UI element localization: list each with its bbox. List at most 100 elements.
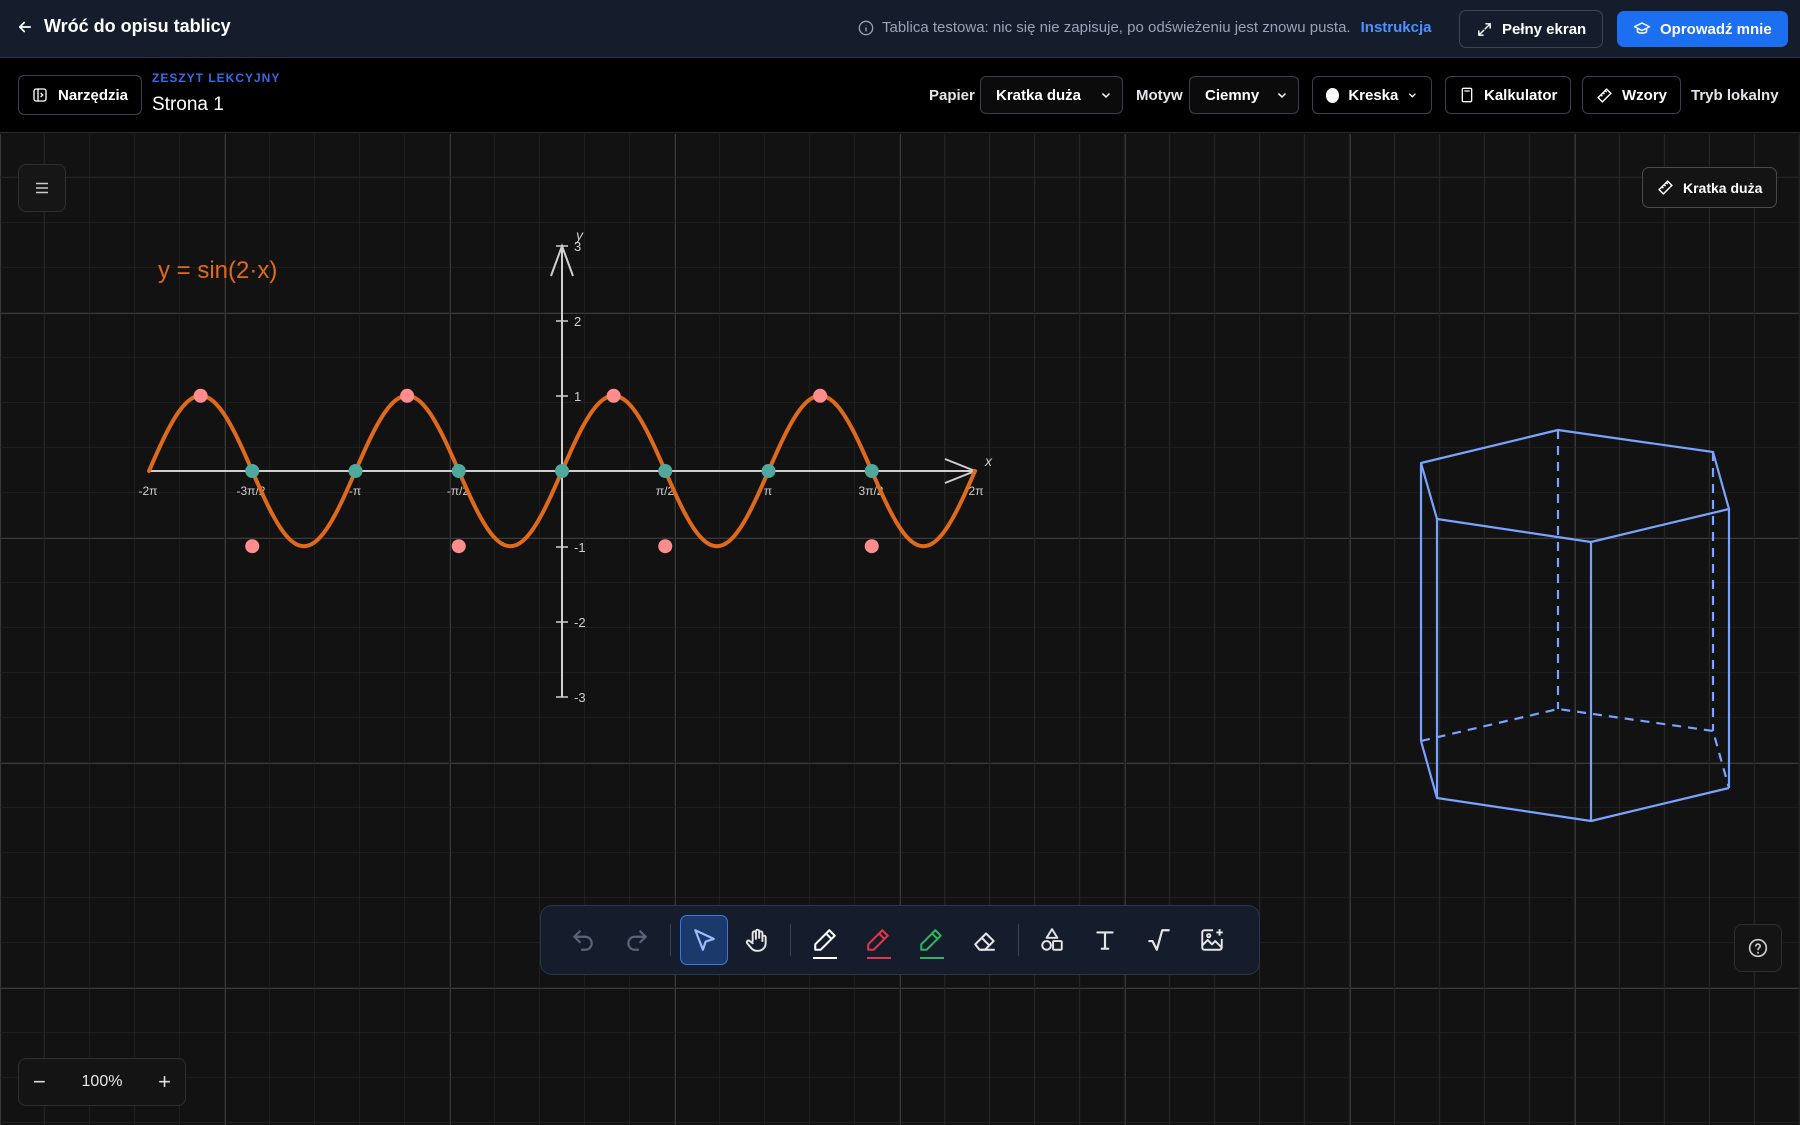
eraser-button[interactable] <box>960 915 1008 965</box>
help-button[interactable] <box>1734 924 1782 972</box>
formula-text: y = sin(2·x) <box>158 257 277 284</box>
zoom-in-button[interactable]: + <box>158 1071 171 1093</box>
theme-label: Motyw <box>1136 87 1183 104</box>
top-bar: Wróć do opisu tablicy Tablica testowa: n… <box>0 0 1800 58</box>
y-tick-label: -3 <box>574 690 586 705</box>
toolbar-divider <box>1017 924 1019 956</box>
pen-green-button[interactable] <box>907 915 955 965</box>
hand-icon <box>746 928 767 952</box>
page-title: Strona 1 <box>152 94 224 115</box>
formulas-button[interactable]: Wzory <box>1582 76 1681 114</box>
prism-bottom-visible <box>1419 740 1730 823</box>
chevron-down-icon <box>1101 92 1111 99</box>
extremum-point <box>245 539 260 554</box>
pencil-icon <box>813 929 836 951</box>
image-add-icon <box>1201 929 1223 951</box>
stroke-select[interactable]: Kreska <box>1312 76 1432 114</box>
zoom-control: − 100% + <box>18 1058 186 1106</box>
chevron-down-icon <box>1409 93 1417 98</box>
undo-icon <box>573 930 593 951</box>
text-tool-button[interactable] <box>1081 915 1129 965</box>
y-tick-label: 1 <box>574 389 581 404</box>
theme-select-value: Ciemny <box>1205 86 1260 104</box>
zoom-out-button[interactable]: − <box>33 1071 46 1093</box>
tools-button[interactable]: Narzędzia <box>18 75 143 115</box>
pen-color-indicator <box>866 957 891 959</box>
calculator-button[interactable]: Kalkulator <box>1445 76 1572 114</box>
select-tool-button[interactable] <box>679 915 729 965</box>
hand-tool-button[interactable] <box>733 915 781 965</box>
stroke-color-dot <box>1326 87 1340 103</box>
pen-red-button[interactable] <box>854 915 902 965</box>
redo-button[interactable] <box>612 915 660 965</box>
pen-white-button[interactable] <box>800 915 848 965</box>
pen-color-indicator <box>813 957 838 959</box>
info-notice: Tablica testowa: nic się nie zapisuje, p… <box>858 19 1431 36</box>
guide-label: Oprowadź mnie <box>1660 20 1772 38</box>
extremum-point <box>193 388 208 403</box>
paper-label: Papier <box>929 87 975 104</box>
y-tick-label: 2 <box>574 314 581 329</box>
graduation-cap-icon <box>1633 22 1651 34</box>
insert-image-button[interactable] <box>1188 915 1236 965</box>
square-root-icon <box>1147 929 1170 951</box>
zero-point <box>555 464 569 478</box>
back-label: Wróć do opisu tablicy <box>44 16 231 36</box>
zero-point <box>761 464 776 478</box>
local-mode-label: Tryb lokalny <box>1691 87 1779 104</box>
back-link[interactable]: Wróć do opisu tablicy <box>16 16 231 37</box>
shapes-button[interactable] <box>1028 915 1076 965</box>
pencil-icon <box>867 929 889 951</box>
extremum-point <box>451 539 466 554</box>
extremum-point <box>813 388 828 403</box>
formulas-label: Wzory <box>1622 86 1667 104</box>
extremum-point <box>864 539 879 554</box>
math-tool-button[interactable] <box>1134 915 1182 965</box>
toolbar-divider <box>669 924 671 956</box>
fullscreen-button[interactable]: Pełny ekran <box>1459 10 1604 48</box>
toolbar-divider <box>790 924 792 956</box>
eraser-icon <box>973 932 995 951</box>
x-tick-label: 2π <box>969 484 984 498</box>
redo-icon <box>626 930 647 951</box>
y-tick-label: 3 <box>574 239 581 254</box>
calculator-icon <box>1461 87 1473 103</box>
calculator-label: Kalkulator <box>1484 86 1558 104</box>
prism-top-face <box>1419 428 1731 544</box>
whiteboard-canvas[interactable]: Kratka duża y = sin(2·x) x y -2π -3π/2 -… <box>0 134 1800 1125</box>
prism-bottom-hidden <box>1420 707 1731 789</box>
instructions-link[interactable]: Instrukcja <box>1361 19 1432 36</box>
drawing-layer: y = sin(2·x) x y -2π -3π/2 -π -π/2 π/2 π… <box>139 227 1731 823</box>
chevron-down-icon <box>1277 92 1287 99</box>
pencil-icon <box>920 929 943 951</box>
hexagonal-prism <box>1419 428 1731 823</box>
shapes-icon <box>1041 928 1063 951</box>
x-axis-label: x <box>984 453 993 469</box>
text-icon <box>1096 931 1114 950</box>
zero-point <box>658 464 673 478</box>
panel-icon <box>33 88 47 102</box>
cursor-arrow-icon <box>694 929 715 951</box>
extremum-point <box>606 388 621 403</box>
tools-label: Narzędzia <box>58 86 129 104</box>
paper-select[interactable]: Kratka duża <box>980 76 1123 114</box>
x-tick-label: π <box>764 484 772 498</box>
y-tick-label: -1 <box>574 540 586 555</box>
expand-icon <box>1478 22 1491 36</box>
zero-point <box>245 464 260 478</box>
x-tick-label: -2π <box>139 484 158 498</box>
zero-point <box>451 464 466 478</box>
question-circle-icon <box>1748 938 1768 958</box>
drawing-toolbar <box>540 905 1260 975</box>
theme-select[interactable]: Ciemny <box>1189 76 1299 114</box>
guide-button[interactable]: Oprowadź mnie <box>1617 11 1788 47</box>
zero-point <box>348 464 363 478</box>
zoom-level: 100% <box>81 1073 123 1090</box>
arrow-left-icon <box>18 21 32 32</box>
fullscreen-label: Pełny ekran <box>1502 20 1587 38</box>
paper-select-value: Kratka duża <box>996 86 1082 104</box>
extremum-point <box>658 539 673 554</box>
undo-button[interactable] <box>559 915 607 965</box>
zero-point <box>864 464 879 478</box>
stroke-label: Kreska <box>1348 86 1399 104</box>
